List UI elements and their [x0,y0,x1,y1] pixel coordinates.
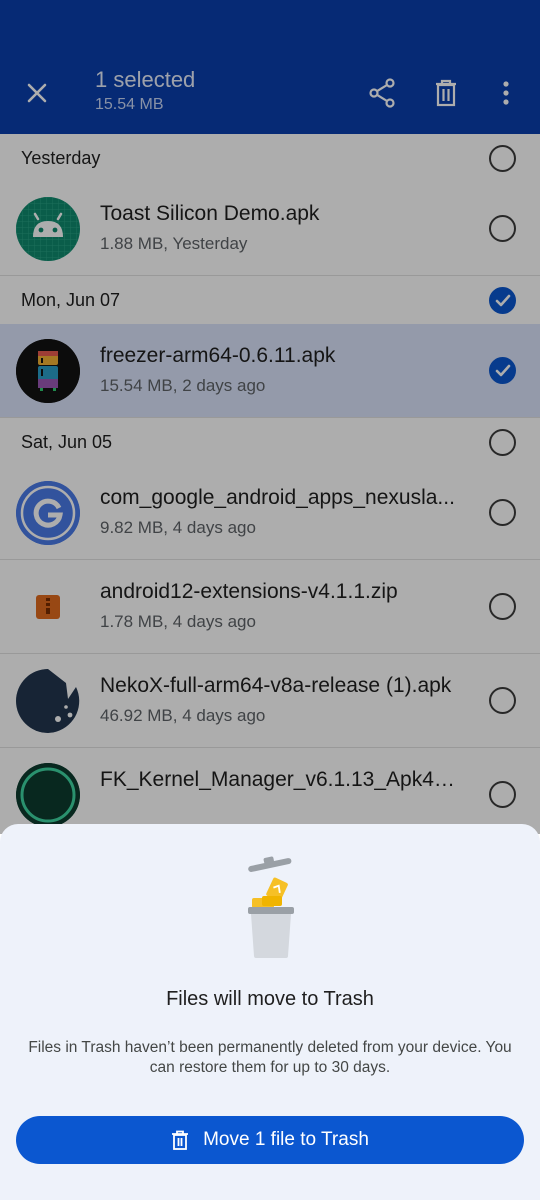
file-select-checkbox[interactable] [489,499,516,526]
android-icon [16,197,80,261]
file-name: com_google_android_apps_nexusla... [100,486,455,509]
file-select-checkbox[interactable] [489,781,516,808]
close-icon[interactable] [20,76,54,110]
section-label: Mon, Jun 07 [21,289,121,310]
section-select-checkbox[interactable] [489,145,516,172]
file-select-checkbox[interactable] [489,593,516,620]
move-to-trash-button[interactable]: Move 1 file to Trash [16,1116,524,1164]
trash-icon[interactable] [428,76,464,110]
sheet-title: Files will move to Trash [166,988,374,1010]
file-list: Yesterday Toast Silicon Demo.apk 1.88 MB… [0,134,540,834]
trash-button-icon [172,1130,189,1150]
file-name: freezer-arm64-0.6.11.apk [100,344,336,367]
file-name: NekoX-full-arm64-v8a-release (1).apk [100,674,452,697]
section-header: Sat, Jun 05 [0,418,540,466]
freezer-app-icon [16,339,80,403]
nekox-icon [16,669,80,733]
section-select-checkbox[interactable] [489,429,516,456]
sheet-body: Files in Trash haven’t been permanently … [28,1039,512,1076]
file-select-checkbox[interactable] [489,357,516,384]
file-name: Toast Silicon Demo.apk [100,202,320,225]
file-name: android12-extensions-v4.1.1.zip [100,580,398,603]
file-row-selected[interactable]: freezer-arm64-0.6.11.apk 15.54 MB, 2 day… [0,324,540,418]
file-meta: 46.92 MB, 4 days ago [100,706,266,725]
file-select-checkbox[interactable] [489,687,516,714]
trash-can-illustration-icon [238,852,302,962]
check-icon [495,364,510,376]
zip-icon [16,575,80,639]
file-row[interactable]: FK_Kernel_Manager_v6.1.13_Apk4all... [0,748,540,834]
section-label: Yesterday [21,147,101,168]
file-meta: 1.88 MB, Yesterday [100,234,248,253]
selection-size: 15.54 MB [95,96,164,113]
section-header: Mon, Jun 07 [0,276,540,324]
file-row[interactable]: android12-extensions-v4.1.1.zip 1.78 MB,… [0,560,540,654]
file-row[interactable]: Toast Silicon Demo.apk 1.88 MB, Yesterda… [0,182,540,276]
section-select-checkbox[interactable] [489,287,516,314]
file-meta: 9.82 MB, 4 days ago [100,518,256,537]
fk-kernel-icon [16,763,80,827]
file-row[interactable]: com_google_android_apps_nexusla... 9.82 … [0,466,540,560]
share-icon[interactable] [364,76,400,110]
file-select-checkbox[interactable] [489,215,516,242]
check-icon [495,294,510,306]
file-meta: 15.54 MB, 2 days ago [100,376,266,395]
file-row[interactable]: NekoX-full-arm64-v8a-release (1).apk 46.… [0,654,540,748]
selection-count: 1 selected [95,67,196,92]
file-name: FK_Kernel_Manager_v6.1.13_Apk4all... [100,768,465,791]
section-label: Sat, Jun 05 [21,431,113,452]
more-vert-icon[interactable] [492,76,520,110]
google-icon [16,481,80,545]
move-to-trash-label: Move 1 file to Trash [203,1129,369,1150]
file-meta: 1.78 MB, 4 days ago [100,612,256,631]
section-header: Yesterday [0,134,540,182]
app-bar: 1 selected 15.54 MB [0,0,540,134]
trash-confirm-sheet: Files will move to Trash Files in Trash … [0,824,540,1200]
